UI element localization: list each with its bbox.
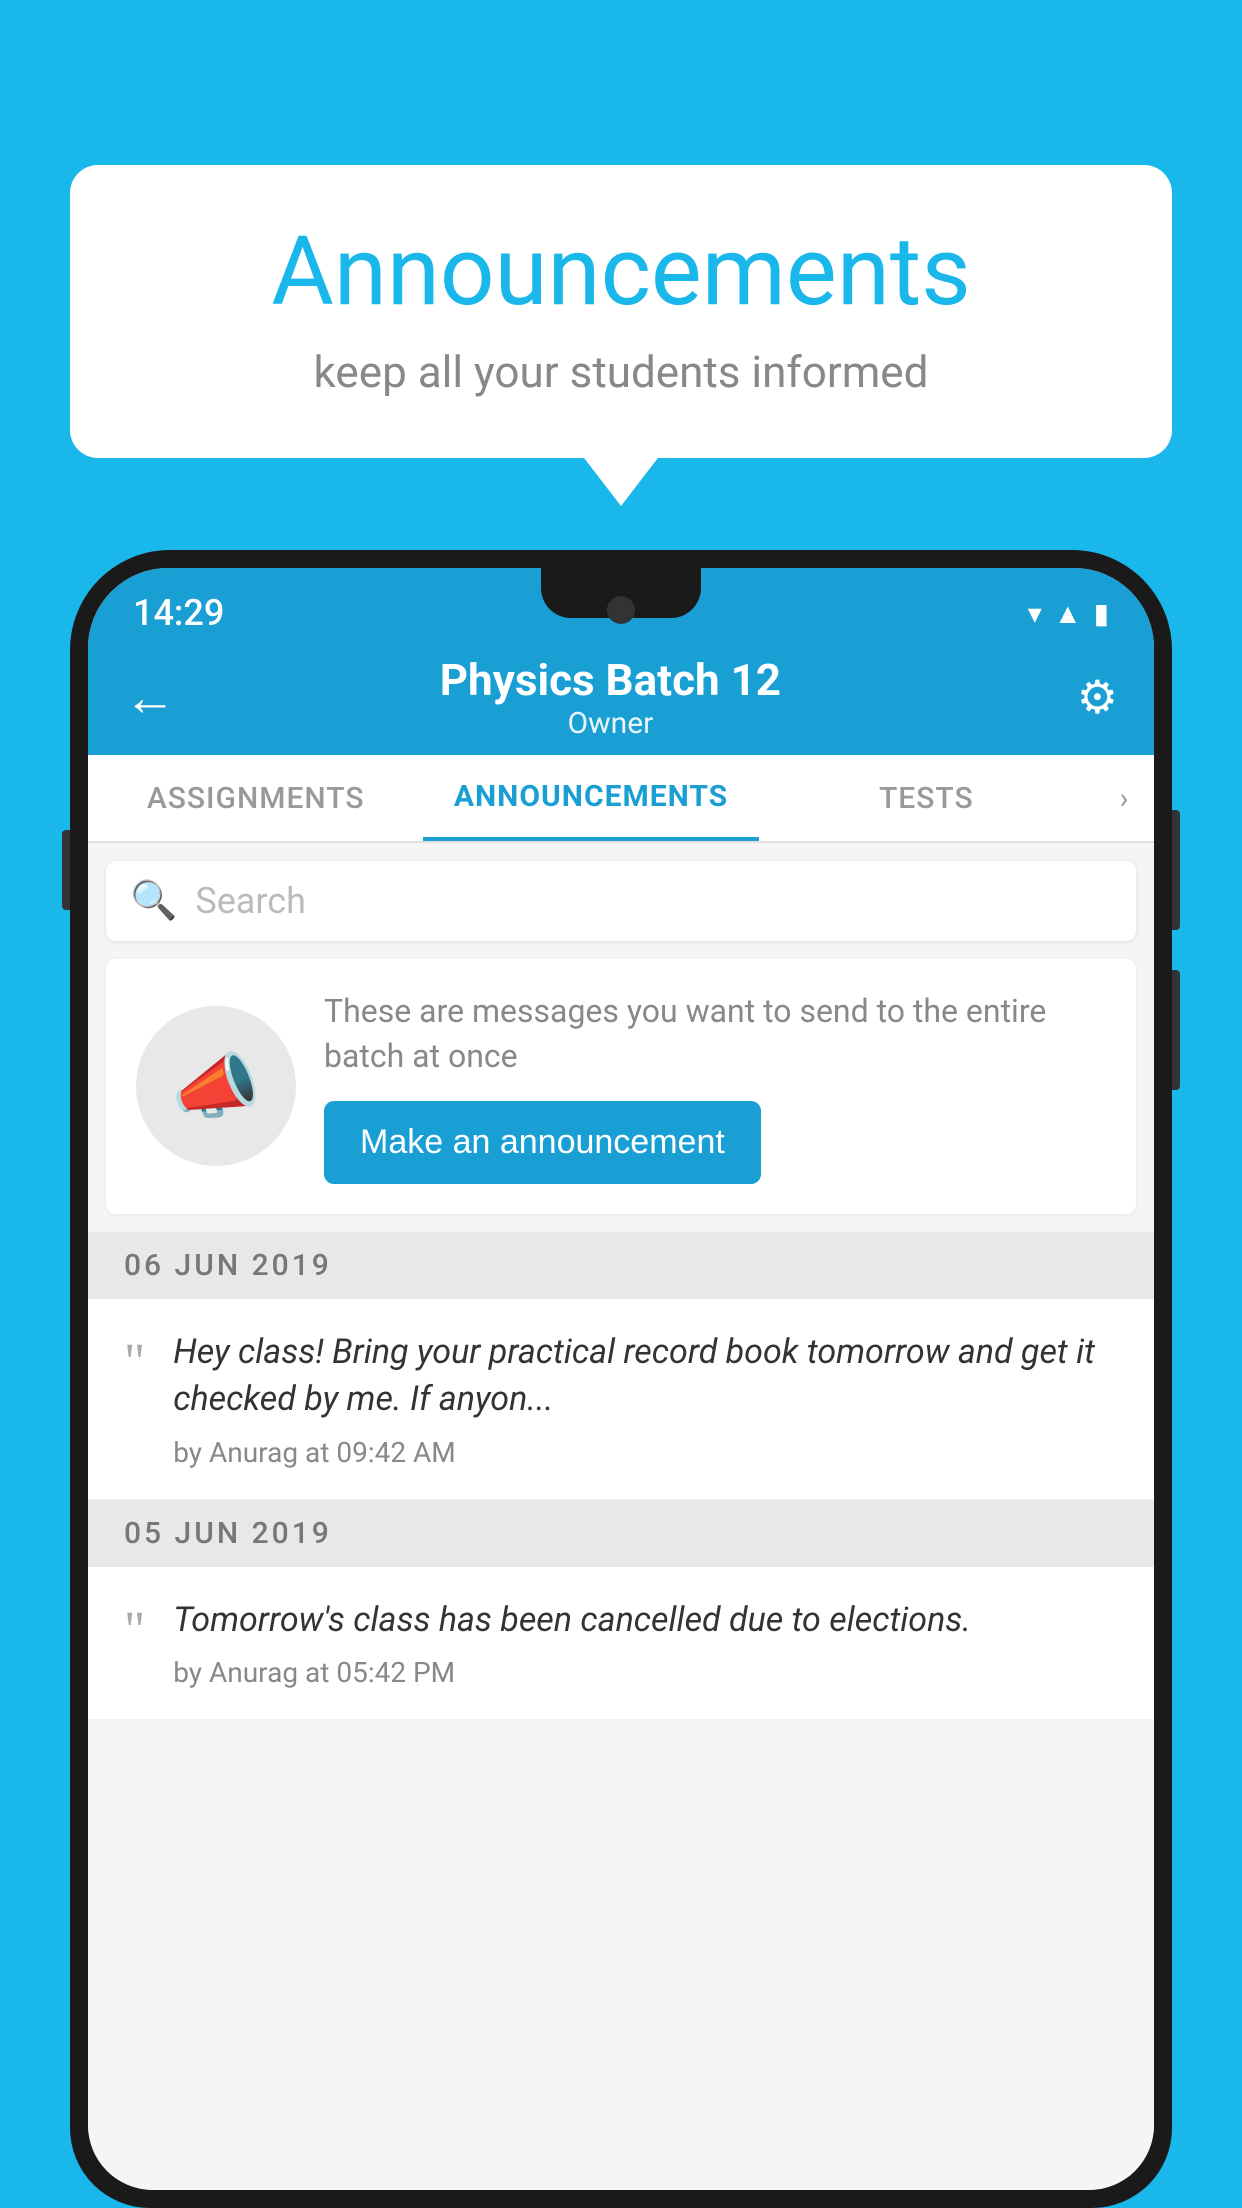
announcement-item-1[interactable]: " Hey class! Bring your practical record… <box>88 1299 1154 1500</box>
app-header: ← Physics Batch 12 Owner ⚙ <box>88 640 1154 755</box>
header-title: Physics Batch 12 <box>196 654 1025 706</box>
volume-button <box>62 830 70 910</box>
tab-more[interactable]: › <box>1094 755 1154 841</box>
tab-assignments[interactable]: ASSIGNMENTS <box>88 755 423 841</box>
announcement-text-1: Hey class! Bring your practical record b… <box>173 1329 1118 1424</box>
tab-announcements[interactable]: ANNOUNCEMENTS <box>423 755 758 841</box>
settings-icon[interactable]: ⚙ <box>1077 670 1118 725</box>
announcement-content-2: Tomorrow's class has been cancelled due … <box>173 1597 1118 1690</box>
quote-icon-2: " <box>124 1605 145 1657</box>
speech-bubble: Announcements keep all your students inf… <box>70 165 1172 458</box>
phone-notch <box>541 568 701 618</box>
header-title-container: Physics Batch 12 Owner <box>196 654 1025 741</box>
screen-content: 🔍 Search 📣 These are messages you want t… <box>88 843 1154 2190</box>
bubble-subtitle: keep all your students informed <box>130 346 1112 398</box>
signal-icon: ▲ <box>1054 597 1082 630</box>
announcement-text-2: Tomorrow's class has been cancelled due … <box>173 1597 1118 1645</box>
speech-bubble-container: Announcements keep all your students inf… <box>70 165 1172 458</box>
content-area: 🔍 Search 📣 These are messages you want t… <box>88 843 1154 2190</box>
tab-tests[interactable]: TESTS <box>759 755 1094 841</box>
make-announcement-button[interactable]: Make an announcement <box>324 1101 761 1184</box>
announcement-content-1: Hey class! Bring your practical record b… <box>173 1329 1118 1469</box>
wifi-icon: ▾ <box>1028 597 1042 630</box>
date-separator-2: 05 JUN 2019 <box>88 1500 1154 1567</box>
header-subtitle: Owner <box>196 706 1025 741</box>
search-bar[interactable]: 🔍 Search <box>106 861 1136 941</box>
back-button[interactable]: ← <box>124 667 176 728</box>
tabs-container: ASSIGNMENTS ANNOUNCEMENTS TESTS › <box>88 755 1154 843</box>
bubble-title: Announcements <box>130 220 1112 326</box>
search-icon: 🔍 <box>130 879 177 923</box>
front-camera <box>607 596 635 624</box>
promo-description: These are messages you want to send to t… <box>324 989 1106 1079</box>
date-separator-1: 06 JUN 2019 <box>88 1232 1154 1299</box>
announcement-author-1: by Anurag at 09:42 AM <box>173 1436 1118 1469</box>
status-icons: ▾ ▲ ▮ <box>1028 597 1109 630</box>
promo-content: These are messages you want to send to t… <box>324 989 1106 1184</box>
phone-screen: 14:29 ▾ ▲ ▮ ← Physics Batch 12 Owner ⚙ <box>88 568 1154 2190</box>
phone-outer: 14:29 ▾ ▲ ▮ ← Physics Batch 12 Owner ⚙ <box>70 550 1172 2208</box>
status-time: 14:29 <box>133 592 224 634</box>
megaphone-icon: 📣 <box>171 1044 261 1129</box>
announcement-icon-circle: 📣 <box>136 1006 296 1166</box>
phone-frame: 14:29 ▾ ▲ ▮ ← Physics Batch 12 Owner ⚙ <box>70 550 1172 2208</box>
promo-card: 📣 These are messages you want to send to… <box>106 959 1136 1214</box>
quote-icon-1: " <box>124 1337 145 1389</box>
power-button <box>1172 810 1180 930</box>
announcement-author-2: by Anurag at 05:42 PM <box>173 1656 1118 1689</box>
battery-icon: ▮ <box>1094 597 1109 630</box>
volume-down-button <box>1172 970 1180 1090</box>
announcement-item-2[interactable]: " Tomorrow's class has been cancelled du… <box>88 1567 1154 1721</box>
search-placeholder: Search <box>195 880 306 922</box>
